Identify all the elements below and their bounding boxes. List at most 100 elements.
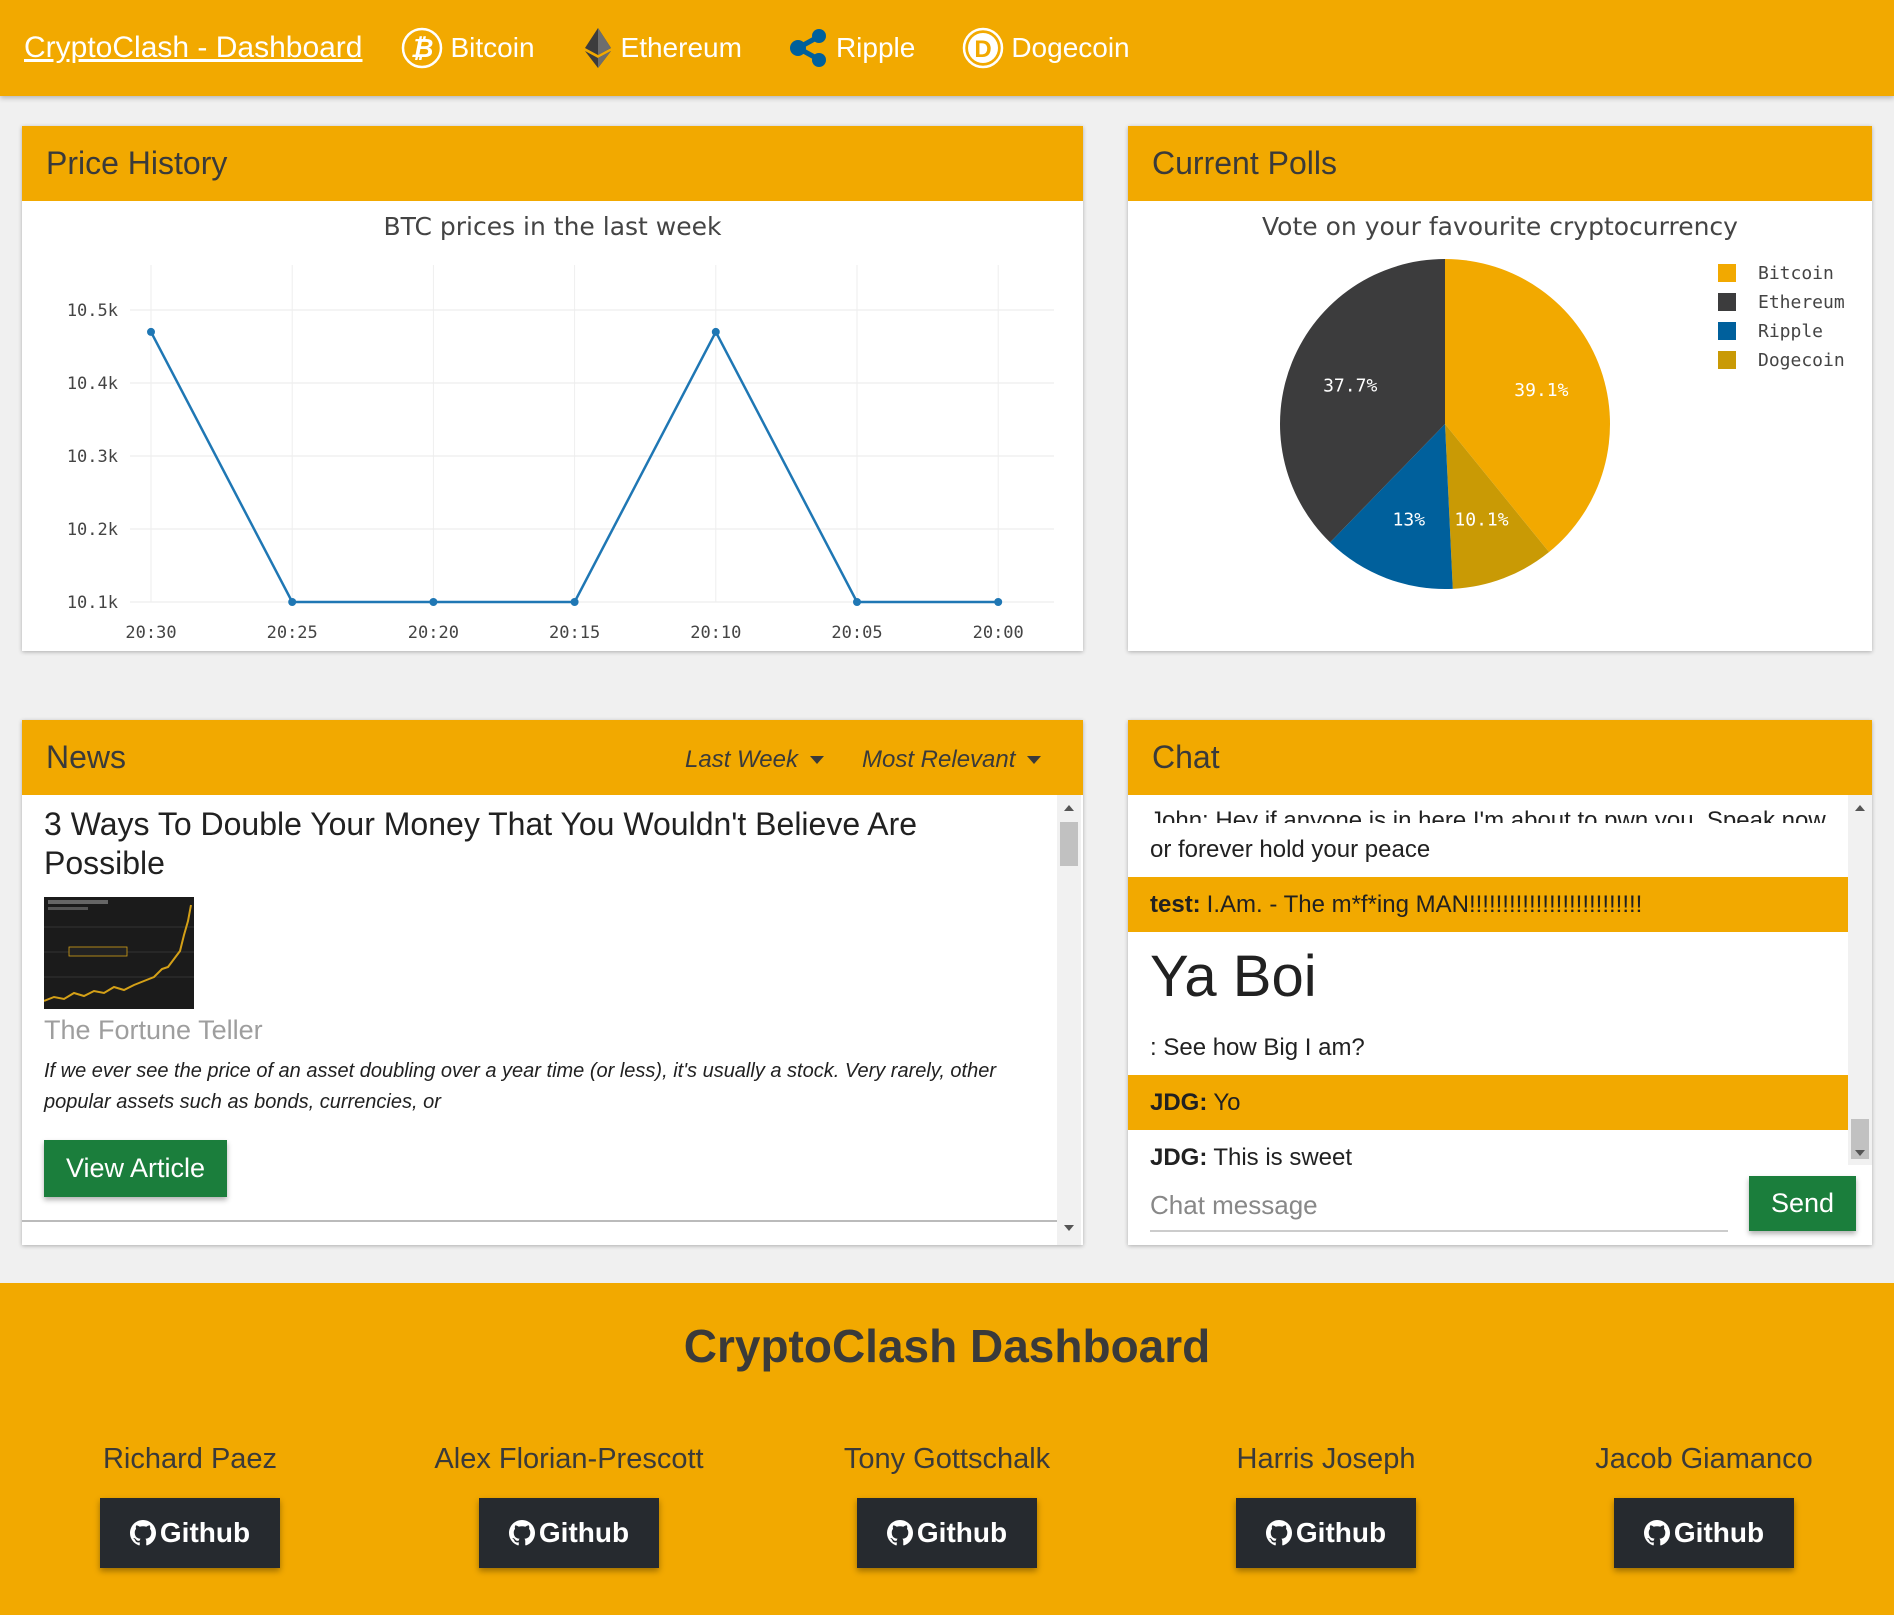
legend-label: Dogecoin bbox=[1758, 350, 1845, 371]
github-button-label: Github bbox=[538, 1517, 630, 1548]
price-point bbox=[570, 598, 579, 606]
member-name: Tony Gottschalk bbox=[843, 1443, 1051, 1475]
divider bbox=[22, 1220, 1057, 1222]
legend-swatch bbox=[1718, 264, 1736, 282]
price-line-chart[interactable]: 10.1k 10.2k 10.3k 10.4k 10.5k 20:30 20:25 20:20… bbox=[22, 201, 1083, 651]
price-point bbox=[853, 598, 861, 606]
card-header: Chat bbox=[1128, 720, 1872, 795]
chat-message-text: John: Hey if anyone is in here I'm about… bbox=[1150, 807, 1826, 823]
pie-value-label: 13% bbox=[1393, 510, 1426, 531]
chat-message-text: This is sweet bbox=[1213, 1143, 1353, 1166]
member-name: Jacob Giamanco bbox=[1595, 1443, 1813, 1475]
github-button[interactable]: Github bbox=[857, 1498, 1037, 1568]
github-button[interactable]: Github bbox=[100, 1498, 280, 1568]
chat-message: test: I.Am. - The m*f*ing MAN!!!!!!!!!!!… bbox=[1128, 877, 1848, 932]
price-point bbox=[288, 598, 297, 606]
time-filter-label: Last Week bbox=[685, 746, 798, 773]
svg-text:D: D bbox=[975, 36, 992, 63]
chat-message-input[interactable]: Chat message bbox=[1150, 1180, 1728, 1232]
article-title[interactable]: 3 Ways To Double Your Money That You Wou… bbox=[44, 805, 1035, 883]
github-button-label: Github bbox=[916, 1517, 1008, 1548]
card-title: News bbox=[46, 739, 127, 775]
ethereum-icon bbox=[581, 26, 615, 70]
sort-filter-label: Most Relevant bbox=[862, 746, 1016, 773]
github-button-label: Github bbox=[159, 1517, 251, 1548]
price-point bbox=[711, 327, 720, 336]
chat-message-text: Yo bbox=[1213, 1088, 1241, 1116]
send-button[interactable]: Send bbox=[1749, 1176, 1856, 1231]
card-header: News Last Week Most Relevant bbox=[22, 720, 1083, 795]
pie-value-label: 39.1% bbox=[1514, 380, 1568, 401]
chat-username: JDG: bbox=[1150, 1088, 1208, 1116]
y-tick-label: 10.3k bbox=[67, 447, 118, 467]
y-tick-label: 10.4k bbox=[67, 374, 118, 394]
github-icon bbox=[1643, 1520, 1670, 1546]
time-filter-dropdown[interactable]: Last Week bbox=[685, 746, 824, 774]
y-tick-label: 10.5k bbox=[67, 301, 118, 321]
github-button[interactable]: Github bbox=[1236, 1498, 1416, 1568]
chat-message: John: Hey if anyone is in here I'm about… bbox=[1128, 795, 1848, 823]
scroll-up-icon[interactable] bbox=[1855, 805, 1865, 811]
chevron-down-icon bbox=[1027, 756, 1042, 764]
chat-username: JDG: bbox=[1150, 1143, 1208, 1166]
chat-username: test: bbox=[1150, 890, 1201, 918]
scroll-down-icon[interactable] bbox=[1064, 1225, 1074, 1231]
poll-pie-chart[interactable]: 39.1% 10.1% 13% 37.7% Bitcoin Ethereum Ripple D… bbox=[1128, 201, 1872, 651]
footer: CryptoClash Dashboard Richard Paez Githu… bbox=[0, 1283, 1894, 1615]
chat-message: : See how Big I am? bbox=[1128, 1020, 1848, 1075]
chat-message: or forever hold your peace bbox=[1128, 823, 1848, 877]
chat-message-text: : See how Big I am? bbox=[1150, 1033, 1365, 1061]
team-member: Tony Gottschalk Github bbox=[797, 1443, 1097, 1568]
nav-link-ripple[interactable]: Ripple bbox=[788, 27, 915, 69]
price-point bbox=[994, 598, 1003, 606]
x-tick-label: 20:30 bbox=[125, 623, 176, 643]
chat-message-text: Ya Boi bbox=[1150, 943, 1317, 1009]
x-tick-label: 20:25 bbox=[267, 623, 318, 643]
brand-link[interactable]: CryptoClash - Dashboard bbox=[24, 31, 362, 65]
pie-value-label: 37.7% bbox=[1323, 376, 1377, 397]
member-name: Alex Florian-Prescott bbox=[434, 1443, 704, 1475]
article-thumbnail[interactable] bbox=[44, 897, 194, 1009]
view-article-button[interactable]: View Article bbox=[44, 1140, 228, 1197]
article-source: The Fortune Teller bbox=[44, 1015, 263, 1045]
team-member: Alex Florian-Prescott Github bbox=[419, 1443, 719, 1568]
scroll-thumb[interactable] bbox=[1060, 822, 1078, 866]
team-member: Harris Joseph Github bbox=[1176, 1443, 1476, 1568]
top-navbar: CryptoClash - Dashboard ₿ Bitcoin Ethere… bbox=[0, 0, 1894, 96]
chat-log: John: Hey if anyone is in here I'm about… bbox=[1128, 795, 1848, 1165]
dogecoin-icon: D bbox=[961, 26, 1005, 70]
news-scrollbar[interactable] bbox=[1057, 795, 1081, 1245]
card-header: Price History bbox=[22, 126, 1083, 201]
nav-link-bitcoin[interactable]: ₿ Bitcoin bbox=[400, 26, 535, 70]
x-tick-label: 20:15 bbox=[549, 623, 600, 643]
svg-text:₿: ₿ bbox=[411, 33, 434, 63]
ripple-icon bbox=[788, 27, 830, 69]
github-icon bbox=[886, 1520, 913, 1546]
chat-message: JDG: This is sweet bbox=[1128, 1130, 1848, 1166]
footer-title: CryptoClash Dashboard bbox=[683, 1320, 1211, 1372]
github-button[interactable]: Github bbox=[1614, 1498, 1794, 1568]
chat-input-placeholder: Chat message bbox=[1150, 1189, 1318, 1220]
card-title: Chat bbox=[1152, 739, 1220, 775]
bitcoin-icon: ₿ bbox=[400, 26, 444, 70]
nav-link-ethereum[interactable]: Ethereum bbox=[581, 26, 742, 70]
scroll-down-icon[interactable] bbox=[1855, 1150, 1865, 1156]
legend-label: Ethereum bbox=[1758, 292, 1845, 313]
nav-link-dogecoin[interactable]: D Dogecoin bbox=[961, 26, 1130, 70]
current-polls-card: Current Polls Vote on your favourite cry… bbox=[1128, 126, 1872, 651]
member-name: Harris Joseph bbox=[1236, 1443, 1416, 1475]
nav-link-label: Bitcoin bbox=[450, 32, 535, 63]
chat-message-text: I.Am. - The m*f*ing MAN!!!!!!!!!!!!!!!!!… bbox=[1206, 890, 1643, 918]
legend-swatch bbox=[1718, 293, 1736, 311]
github-button[interactable]: Github bbox=[479, 1498, 659, 1568]
scroll-up-icon[interactable] bbox=[1064, 805, 1074, 811]
price-point bbox=[429, 598, 438, 606]
github-icon bbox=[1265, 1520, 1292, 1546]
news-list: 3 Ways To Double Your Money That You Wou… bbox=[22, 795, 1057, 1220]
chat-scrollbar[interactable] bbox=[1848, 795, 1872, 1165]
y-tick-label: 10.1k bbox=[67, 593, 118, 613]
price-history-card: Price History BTC prices in the last wee… bbox=[22, 126, 1083, 651]
team-member: Jacob Giamanco Github bbox=[1554, 1443, 1854, 1568]
legend-label: Bitcoin bbox=[1758, 263, 1834, 284]
sort-filter-dropdown[interactable]: Most Relevant bbox=[862, 746, 1042, 774]
